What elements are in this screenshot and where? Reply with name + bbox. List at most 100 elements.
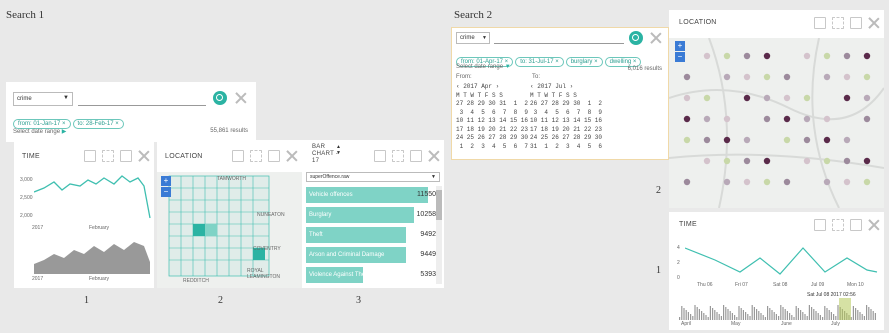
panel-title-stepper[interactable]: ▲ ▼	[336, 144, 341, 156]
filter-chip[interactable]: to: 31-Jul-17 ×	[515, 57, 564, 67]
bar[interactable]: Vehicle offences	[306, 187, 428, 203]
search1-input[interactable]	[78, 105, 206, 106]
calendar-from[interactable]: ‹ 2017 Apr › M T W T F S S 27 28 29 30 3…	[456, 83, 528, 151]
map-point	[703, 94, 711, 102]
calendar-week[interactable]: 24 25 26 27 28 29 30	[530, 134, 602, 143]
scrollbar[interactable]	[436, 186, 442, 284]
map-point	[803, 115, 811, 123]
zoom-out-button[interactable]: −	[675, 52, 685, 62]
results-count: 55,861 results	[210, 128, 248, 134]
panel-title: LOCATION	[679, 19, 717, 26]
overview-bar	[778, 316, 780, 320]
calendar-to[interactable]: ‹ 2017 Jul › M T W T F S S 26 27 28 29 3…	[530, 83, 602, 151]
copy-icon[interactable]	[814, 17, 826, 29]
calendar-week[interactable]: 26 27 28 29 30 1 2	[530, 100, 602, 109]
search1-select[interactable]: crime ▼	[13, 92, 73, 106]
expand-icon[interactable]	[250, 150, 262, 162]
overview-bar	[751, 305, 753, 320]
close-icon[interactable]	[650, 32, 662, 44]
calendar-week[interactable]: 10 11 12 13 14 15 16	[456, 117, 528, 126]
zoom-out-button[interactable]: −	[161, 187, 171, 197]
calendar-week[interactable]: 24 25 26 27 28 29 30	[456, 134, 528, 143]
date-range-toggle[interactable]: Select date range ▼	[456, 64, 511, 70]
calendar-week[interactable]: 3 4 5 6 7 8 9	[530, 109, 602, 118]
map-point	[783, 115, 791, 123]
overview-bar	[804, 314, 806, 320]
map-point	[723, 73, 731, 81]
overview-bar	[720, 316, 722, 320]
map-place-label: ROYAL LEAMINGTON	[247, 268, 280, 280]
copy-icon[interactable]	[84, 150, 96, 162]
calendar-week[interactable]: 31 1 2 3 4 5 6	[530, 143, 602, 152]
copy-icon[interactable]	[814, 219, 826, 231]
bar[interactable]: Arson and Criminal Damage	[306, 247, 406, 263]
expand-icon[interactable]	[832, 219, 844, 231]
search2-select[interactable]: crime ▼	[456, 32, 490, 44]
bar[interactable]: Burglary	[306, 207, 414, 223]
map-point	[683, 94, 691, 102]
calendar-week[interactable]: 17 18 19 20 21 22 23	[456, 126, 528, 135]
search-icon[interactable]	[629, 31, 643, 45]
filter-chip[interactable]: burglary ×	[565, 57, 603, 67]
overview-bar	[802, 312, 804, 320]
y-tick: 2,500	[20, 195, 33, 201]
map-view[interactable]: + − TAMWORTH NUNEATON COVENTRY ROYAL LEA…	[157, 172, 302, 288]
close-icon[interactable]	[286, 150, 298, 162]
copy-icon[interactable]	[232, 150, 244, 162]
calendar-week[interactable]: 17 18 19 20 21 22 23	[530, 126, 602, 135]
close-icon[interactable]	[235, 92, 247, 104]
overview-bar	[714, 310, 716, 320]
bar[interactable]: Theft	[306, 227, 406, 243]
date-range-toggle[interactable]: Select date range ▶	[13, 128, 66, 135]
search2-input[interactable]	[494, 43, 624, 44]
copy-icon[interactable]	[374, 150, 386, 162]
map-point	[823, 178, 831, 186]
table-icon[interactable]	[268, 150, 280, 162]
calendar-week[interactable]: 1 2 3 4 5 6 7	[456, 143, 528, 152]
overview-bar	[780, 305, 782, 320]
filter-chip[interactable]: to: 28-Feb-17 ×	[72, 119, 124, 129]
close-icon[interactable]	[868, 219, 880, 231]
overview-bar	[687, 312, 689, 320]
expand-icon[interactable]	[832, 17, 844, 29]
search-icon[interactable]	[213, 91, 227, 105]
map-view[interactable]: + −	[669, 37, 884, 208]
zoom-in-button[interactable]: +	[161, 176, 171, 186]
zoom-in-button[interactable]: +	[675, 41, 685, 51]
table-icon[interactable]	[120, 150, 132, 162]
table-icon[interactable]	[850, 219, 862, 231]
map-point	[843, 73, 851, 81]
close-icon[interactable]	[428, 150, 440, 162]
overview-bar	[791, 315, 793, 320]
map-point	[763, 94, 771, 102]
calendar-week[interactable]: 27 28 29 30 31 1 2	[456, 100, 528, 109]
scrollbar-thumb[interactable]	[436, 190, 442, 220]
map-point	[743, 178, 751, 186]
overview-bar	[709, 306, 711, 320]
map-point	[763, 52, 771, 60]
overview-bar	[797, 308, 799, 320]
map-point	[783, 73, 791, 81]
map-point	[783, 178, 791, 186]
map-point	[763, 115, 771, 123]
expand-icon[interactable]	[392, 150, 404, 162]
close-icon[interactable]	[138, 150, 150, 162]
overview-bar	[758, 311, 760, 320]
table-icon[interactable]	[850, 17, 862, 29]
calendar-week[interactable]: 3 4 5 6 7 8 9	[456, 109, 528, 118]
time-overview-chart[interactable]	[679, 298, 879, 320]
bar[interactable]: Violence Against The Person	[306, 267, 386, 283]
y-tick: 2	[677, 260, 680, 266]
table-icon[interactable]	[410, 150, 422, 162]
bar-field-select[interactable]: superOffence.raw ▼	[306, 172, 440, 182]
overview-bar	[833, 314, 835, 320]
x-tick: 2017	[32, 276, 44, 282]
panel-toolbar	[374, 150, 440, 162]
calendar-week[interactable]: 10 11 12 13 14 15 16	[530, 117, 602, 126]
overview-bar	[731, 313, 733, 320]
search1-query-panel: crime ▼ from: 01-Jan-17 × to: 28-Feb-17 ×…	[6, 82, 256, 142]
x-tick: Mon 10	[847, 282, 864, 288]
close-icon[interactable]	[868, 17, 880, 29]
bar-value: 10258	[416, 211, 436, 218]
expand-icon[interactable]	[102, 150, 114, 162]
